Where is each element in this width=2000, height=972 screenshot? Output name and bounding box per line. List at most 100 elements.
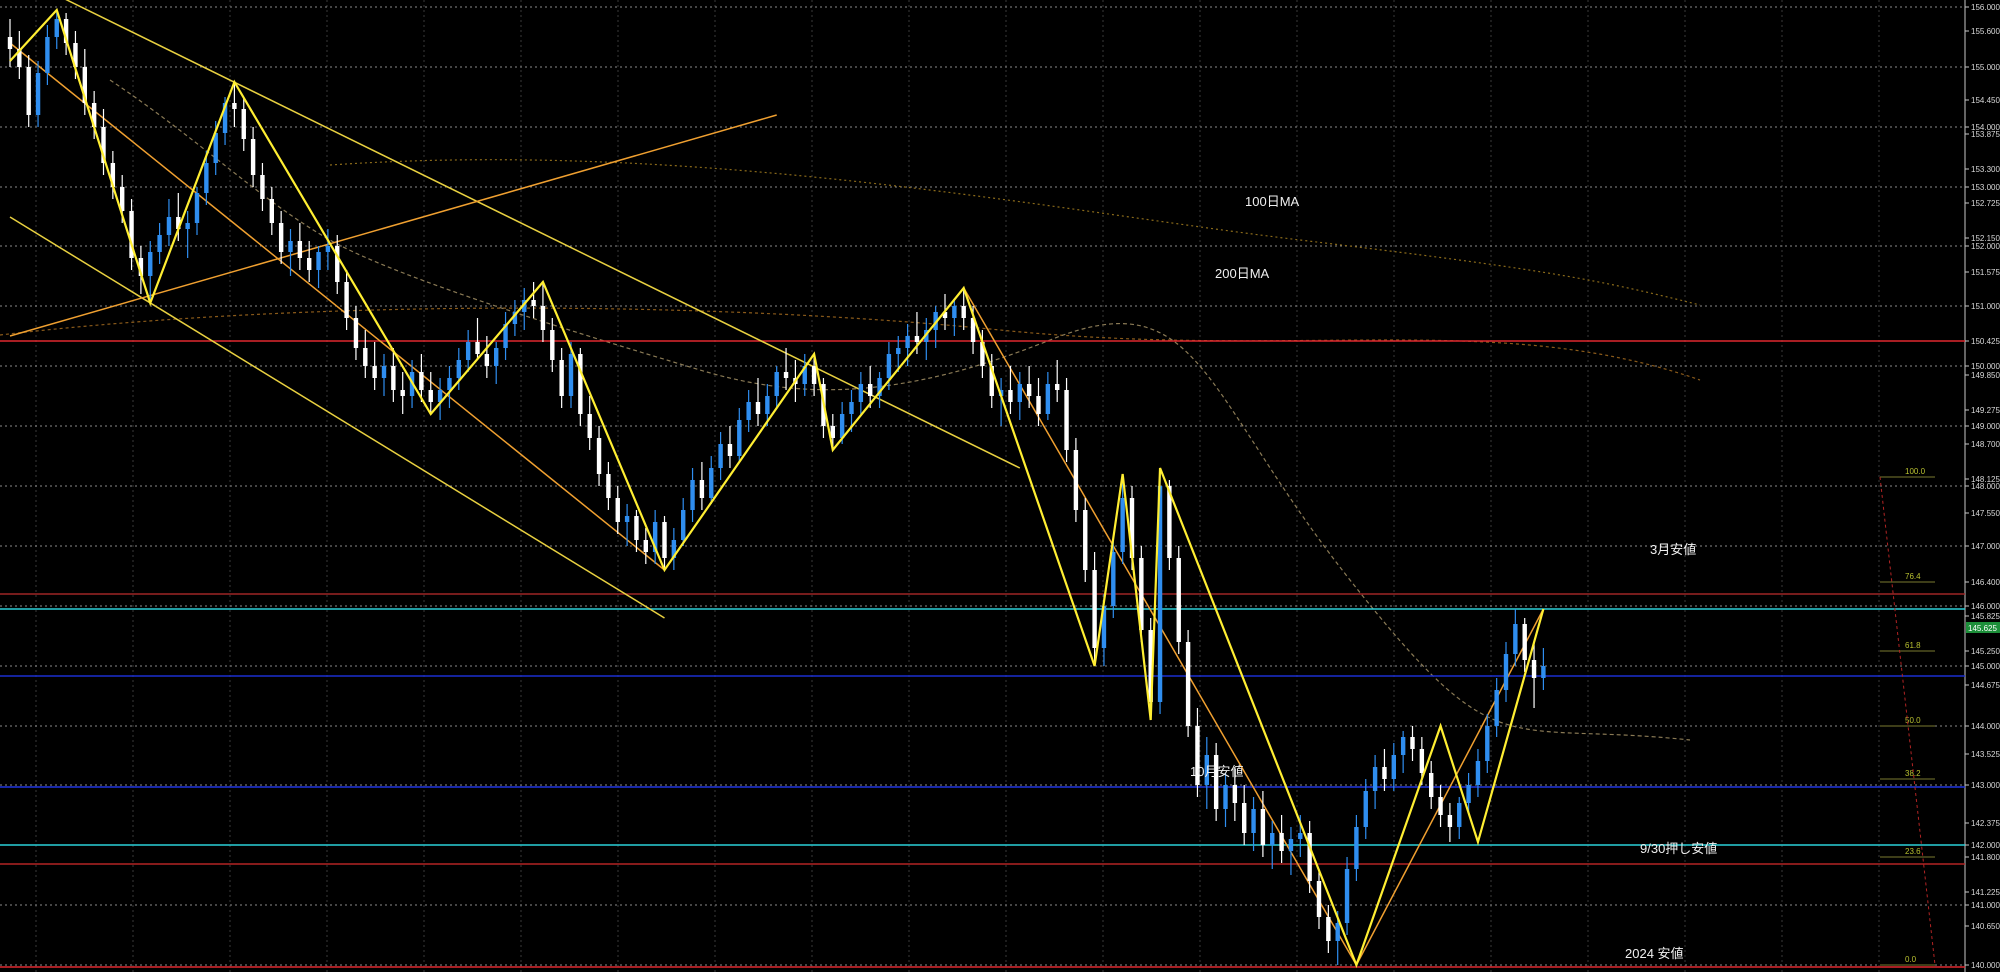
candle-down-body <box>596 438 602 474</box>
candle-down-body <box>1064 390 1069 450</box>
candle-down-body <box>428 390 433 402</box>
price-axis-label: 148.000 <box>1971 482 2000 491</box>
candle-up-body <box>690 480 695 510</box>
chart-annotation: 200日MA <box>1215 266 1270 281</box>
candle-up-body <box>1513 624 1518 654</box>
candle-down-body <box>400 390 405 396</box>
candle-up-body <box>148 252 153 276</box>
candle-up-body <box>886 354 892 378</box>
price-axis-label: 153.000 <box>1971 183 2000 192</box>
price-axis-label: 155.000 <box>1971 63 2000 72</box>
price-axis-label: 144.000 <box>1971 722 2000 731</box>
price-axis-label: 155.600 <box>1971 27 2000 36</box>
candle-down-body <box>914 336 920 342</box>
candle-up-body <box>1503 654 1509 690</box>
current-price-label: 145.625 <box>1968 624 1997 633</box>
candle-down-body <box>830 426 835 438</box>
candle-down-body <box>1026 384 1032 396</box>
candle-up-body <box>1457 803 1462 827</box>
candle-down-body <box>419 372 424 390</box>
price-axis-label: 147.550 <box>1971 509 2000 518</box>
candle-down-body <box>783 372 789 378</box>
candle-up-body <box>288 241 293 252</box>
candle-up-body <box>157 235 162 252</box>
candle-down-body <box>1242 803 1247 833</box>
price-axis-label: 154.450 <box>1971 96 2000 105</box>
candle-up-body <box>1288 839 1294 851</box>
candle-down-body <box>1410 737 1415 749</box>
price-axis-label: 145.000 <box>1971 662 2000 671</box>
price-axis-label: 156.000 <box>1971 3 2000 12</box>
candle-up-body <box>905 336 910 348</box>
candle-up-body <box>54 19 59 37</box>
current-price-marker: 145.625 <box>1966 622 2000 633</box>
candle-down-body <box>1055 384 1060 390</box>
price-axis-label: 149.275 <box>1971 406 2000 415</box>
candle-up-body <box>1363 791 1368 827</box>
price-axis-label: 149.000 <box>1971 422 2000 431</box>
candle-down-body <box>1438 797 1443 815</box>
price-axis-label: 141.225 <box>1971 888 2000 897</box>
candle-up-body <box>1251 809 1256 833</box>
candle-up-body <box>952 306 957 318</box>
candle-up-body <box>718 444 723 468</box>
price-axis-label: 153.300 <box>1971 165 2000 174</box>
candle-up-body <box>1335 923 1340 941</box>
candle-up-body <box>1223 785 1228 809</box>
price-axis-label: 145.250 <box>1971 647 2000 656</box>
candle-up-body <box>456 360 461 378</box>
candle-up-body <box>1391 755 1396 779</box>
price-axis-label: 148.700 <box>1971 440 2000 449</box>
candle-down-body <box>1176 558 1181 642</box>
price-axis-label: 146.000 <box>1971 602 2000 611</box>
candle-down-body <box>1036 396 1041 414</box>
price-axis-label: 145.825 <box>1971 612 2000 621</box>
price-axis-label: 141.000 <box>1971 901 2000 910</box>
candle-down-body <box>26 67 31 115</box>
candle-up-body <box>194 193 200 223</box>
candle-down-body <box>727 444 733 456</box>
candle-down-body <box>344 282 349 318</box>
price-axis-label: 140.650 <box>1971 922 2000 931</box>
candle-up-body <box>568 354 574 396</box>
candle-up-body <box>858 384 864 402</box>
candle-up-body <box>1111 552 1116 606</box>
candle-down-body <box>1279 833 1284 851</box>
candle-down-body <box>1531 660 1537 678</box>
price-axis-label: 152.725 <box>1971 199 2000 208</box>
candle-up-body <box>624 516 630 522</box>
candle-down-body <box>1316 881 1322 917</box>
fib-level-label: 76.4 <box>1905 572 1921 581</box>
candle-up-body <box>737 420 742 456</box>
candlestick-chart: 156.000 155.600 155.000 154.450 154.000 153.8… <box>0 0 2000 972</box>
candle-up-body <box>1466 785 1471 803</box>
candle-down-body <box>484 354 490 366</box>
price-axis-label: 150.000 <box>1971 362 2000 371</box>
candle-down-body <box>1008 390 1013 402</box>
candle-down-body <box>811 366 817 384</box>
candle-down-body <box>615 498 620 522</box>
candle-down-body <box>578 354 583 414</box>
candle-up-body <box>839 414 845 438</box>
candle-down-body <box>1382 767 1387 779</box>
price-axis-label: 152.000 <box>1971 242 2000 251</box>
chart-annotation: 3月安値 <box>1650 542 1696 557</box>
candle-up-body <box>1270 833 1275 845</box>
candle-up-body <box>746 402 751 420</box>
price-axis-label: 147.000 <box>1971 542 2000 551</box>
candle-up-body <box>1541 666 1546 678</box>
chart-annotation: 10月安値 <box>1190 764 1243 779</box>
candle-down-body <box>297 241 303 258</box>
candle-up-body <box>709 468 714 498</box>
candle-down-body <box>353 318 359 348</box>
candle-down-body <box>475 342 480 354</box>
candle-down-body <box>1185 642 1191 726</box>
candle-down-body <box>550 330 555 360</box>
candle-down-body <box>559 360 564 396</box>
candle-down-body <box>391 366 396 390</box>
candle-down-body <box>1326 917 1331 941</box>
candle-down-body <box>587 414 592 438</box>
price-axis-label: 146.400 <box>1971 578 2000 587</box>
candle-down-body <box>1092 570 1097 648</box>
candle-down-body <box>7 37 13 49</box>
